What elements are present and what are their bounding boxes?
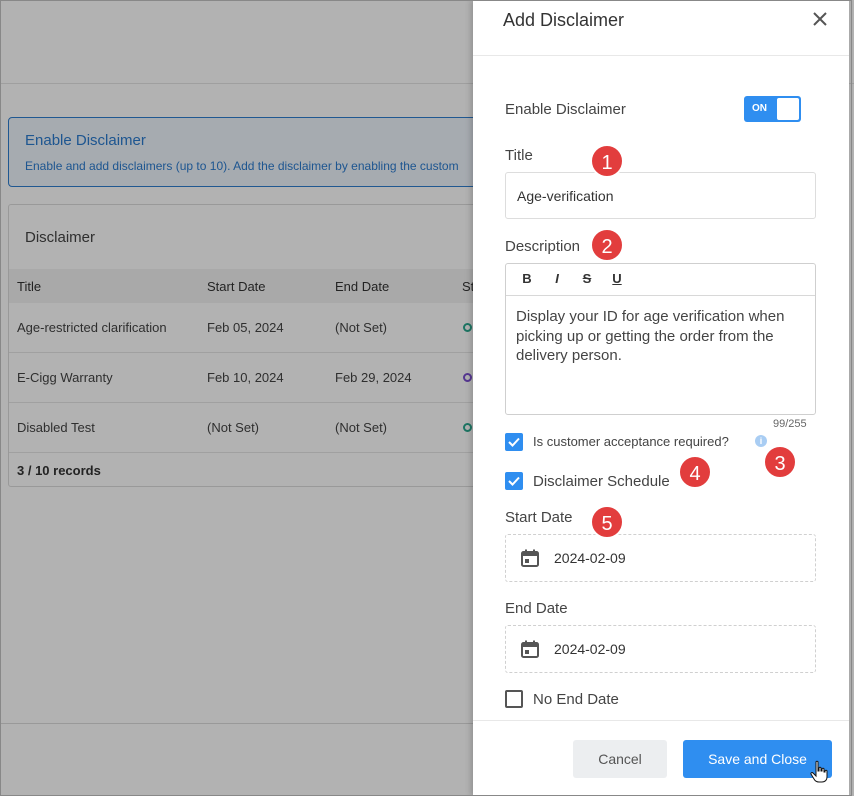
cancel-button[interactable]: Cancel [573, 740, 667, 778]
drawer-body[interactable]: Enable Disclaimer ON Title Description B… [473, 57, 849, 720]
enable-disclaimer-label: Enable Disclaimer [505, 101, 626, 118]
editor-toolbar: B I S U [506, 264, 815, 296]
strikethrough-icon[interactable]: S [578, 271, 596, 289]
end-date-field[interactable]: 2024-02-09 [505, 625, 816, 673]
italic-icon[interactable]: I [548, 271, 566, 289]
no-end-date-label: No End Date [533, 691, 619, 708]
hand-cursor-icon [810, 760, 828, 783]
start-date-value: 2024-02-09 [554, 550, 626, 566]
close-icon[interactable] [809, 8, 831, 30]
drawer-title: Add Disclaimer [503, 10, 625, 30]
toggle-knob [777, 98, 799, 120]
no-end-date-checkbox[interactable] [505, 690, 523, 708]
description-label: Description [505, 238, 581, 255]
description-editor[interactable]: B I S U Display your ID for age verifica… [505, 263, 816, 415]
start-date-field[interactable]: 2024-02-09 [505, 534, 816, 582]
add-disclaimer-drawer: Add Disclaimer Enable Disclaimer ON Titl… [473, 0, 849, 796]
annotation-marker-5: 5 [590, 505, 624, 539]
character-count: 99/255 [773, 418, 807, 430]
drawer-footer: Cancel Save and Close [473, 720, 849, 796]
start-date-label: Start Date [505, 509, 573, 526]
annotation-marker-2: 2 [590, 228, 624, 262]
end-date-value: 2024-02-09 [554, 641, 626, 657]
toggle-state-text: ON [752, 103, 767, 114]
title-label: Title [505, 147, 533, 164]
acceptance-label: Is customer acceptance required? [533, 434, 729, 449]
schedule-label: Disclaimer Schedule [533, 473, 670, 490]
underline-icon[interactable]: U [608, 271, 626, 289]
annotation-marker-3: 3 [763, 445, 797, 479]
description-text[interactable]: Display your ID for age verification whe… [516, 307, 808, 366]
end-date-label: End Date [505, 600, 568, 617]
info-icon[interactable]: i [755, 435, 767, 447]
annotation-marker-4: 4 [678, 455, 712, 489]
schedule-checkbox[interactable] [505, 472, 523, 490]
bold-icon[interactable]: B [518, 271, 536, 289]
acceptance-checkbox[interactable] [505, 433, 523, 451]
calendar-icon [521, 549, 539, 567]
enable-disclaimer-toggle[interactable]: ON [744, 96, 801, 122]
calendar-icon [521, 640, 539, 658]
annotation-marker-1: 1 [590, 144, 624, 178]
title-input[interactable] [505, 172, 816, 219]
drawer-header: Add Disclaimer [473, 0, 849, 56]
